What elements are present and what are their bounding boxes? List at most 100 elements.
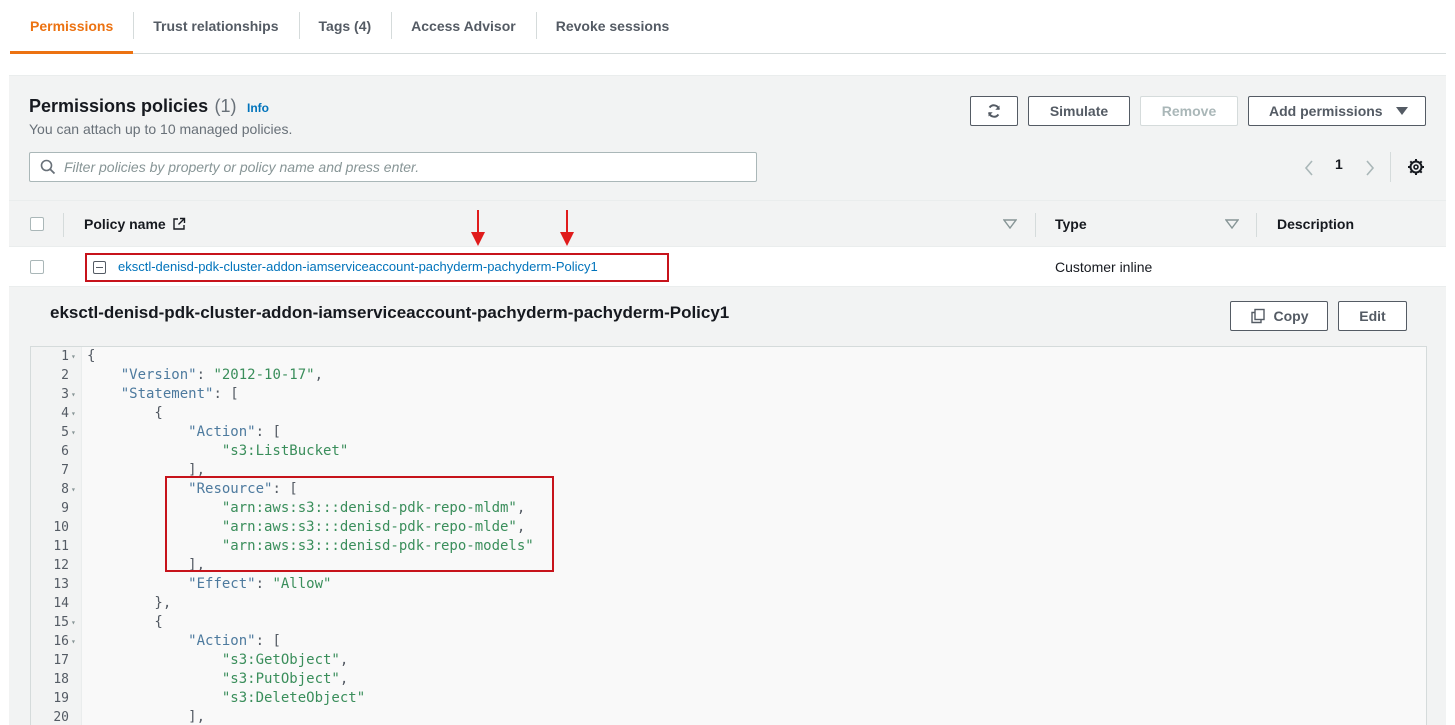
chevron-left-icon[interactable] — [1304, 160, 1314, 176]
code-text: { — [87, 614, 163, 630]
line-number: 5 — [61, 425, 69, 440]
code-line: 4 ▾ { — [31, 404, 1426, 423]
column-divider — [63, 213, 64, 237]
annotation-highlight-resource — [165, 476, 554, 572]
add-permissions-button[interactable]: Add permissions — [1248, 96, 1426, 126]
copy-icon — [1250, 308, 1265, 324]
panel-subtitle: You can attach up to 10 managed policies… — [29, 121, 293, 137]
line-number: 10 — [53, 520, 69, 535]
remove-button[interactable]: Remove — [1140, 96, 1238, 126]
code-line: 17 "s3:GetObject", — [31, 651, 1426, 670]
refresh-button[interactable] — [970, 96, 1018, 126]
tab-trust-relationships[interactable]: Trust relationships — [133, 0, 298, 52]
fold-arrow-icon[interactable]: ▾ — [71, 404, 76, 423]
line-number: 4 — [61, 406, 69, 421]
line-number: 7 — [61, 463, 69, 478]
column-policy-name-label: Policy name — [84, 216, 166, 232]
code-line: 16 ▾ "Action": [ — [31, 632, 1426, 651]
line-number: 14 — [53, 596, 69, 611]
pager-divider — [1390, 152, 1391, 182]
code-line: 18 "s3:PutObject", — [31, 670, 1426, 689]
column-description[interactable]: Description — [1277, 201, 1354, 247]
column-divider — [1256, 213, 1257, 237]
refresh-icon — [988, 104, 1000, 118]
fold-arrow-icon[interactable]: ▾ — [71, 385, 76, 404]
line-number: 2 — [61, 368, 69, 383]
code-line: 2 "Version": "2012-10-17", — [31, 366, 1426, 385]
code-text: "Action": [ — [188, 424, 281, 440]
line-number: 6 — [61, 444, 69, 459]
code-text: "Effect": "Allow" — [188, 576, 332, 592]
column-divider — [1035, 213, 1036, 237]
line-number: 16 — [53, 634, 69, 649]
panel-header: Permissions policies (1) Info You can at… — [29, 96, 292, 137]
tab-revoke-sessions[interactable]: Revoke sessions — [535, 0, 690, 52]
code-line: 15 ▾ { — [31, 613, 1426, 632]
line-number: 8 — [61, 482, 69, 497]
code-text: "s3:DeleteObject" — [221, 690, 366, 706]
gear-icon[interactable] — [1407, 158, 1425, 176]
code-line: 20 ], — [31, 708, 1426, 725]
column-policy-name[interactable]: Policy name — [84, 201, 186, 247]
tab-permissions[interactable]: Permissions — [10, 0, 134, 54]
add-permissions-label: Add permissions — [1269, 103, 1383, 119]
code-line: 13 "Effect": "Allow" — [31, 575, 1426, 594]
select-all-checkbox[interactable] — [30, 217, 44, 231]
line-number: 12 — [53, 558, 69, 573]
code-text: { — [87, 348, 96, 364]
panel-title: Permissions policies — [29, 96, 209, 116]
copy-label: Copy — [1273, 308, 1309, 324]
code-text: "Version": "2012-10-17", — [120, 367, 324, 383]
policy-detail-title: eksctl-denisd-pdk-cluster-addon-iamservi… — [50, 303, 730, 322]
row-checkbox[interactable] — [30, 260, 44, 274]
code-line: 1 ▾ { — [31, 347, 1426, 366]
fold-arrow-icon[interactable]: ▾ — [71, 613, 76, 632]
copy-button[interactable]: Copy — [1230, 301, 1328, 331]
code-text: "s3:GetObject", — [221, 652, 349, 668]
line-number: 19 — [53, 691, 69, 706]
filter-input[interactable] — [64, 159, 744, 175]
tab-bar: Permissions Trust relationships Tags (4)… — [10, 0, 1446, 54]
code-line: 6 "s3:ListBucket" — [31, 442, 1426, 461]
annotation-arrow-icon — [560, 210, 574, 246]
external-link-icon — [173, 217, 185, 230]
code-line: 3 ▾ "Statement": [ — [31, 385, 1426, 404]
line-number: 11 — [53, 539, 69, 554]
tab-access-advisor[interactable]: Access Advisor — [391, 0, 536, 52]
code-text: "Action": [ — [188, 633, 281, 649]
table-header: Policy name Type Description — [9, 200, 1446, 247]
policy-count: (1) — [214, 96, 237, 116]
line-number: 17 — [53, 653, 69, 668]
line-number: 9 — [61, 501, 69, 516]
policy-filter — [29, 152, 757, 182]
code-line: 5 ▾ "Action": [ — [31, 423, 1426, 442]
caret-down-icon — [1395, 107, 1408, 115]
fold-arrow-icon[interactable]: ▾ — [71, 423, 76, 442]
sort-icon[interactable] — [1003, 219, 1017, 229]
fold-arrow-icon[interactable]: ▾ — [71, 480, 76, 499]
sort-icon[interactable] — [1225, 219, 1239, 229]
simulate-button[interactable]: Simulate — [1028, 96, 1130, 126]
code-text: ], — [87, 709, 206, 725]
code-text: "Statement": [ — [120, 386, 239, 402]
line-number: 15 — [53, 615, 69, 630]
column-type[interactable]: Type — [1055, 201, 1087, 247]
line-number: 3 — [61, 387, 69, 402]
info-link[interactable]: Info — [247, 101, 269, 115]
fold-arrow-icon[interactable]: ▾ — [71, 347, 76, 366]
code-text: { — [87, 405, 163, 421]
fold-arrow-icon[interactable]: ▾ — [71, 632, 76, 651]
annotation-arrow-icon — [471, 210, 485, 246]
permissions-policies-panel: Permissions policies (1) Info You can at… — [9, 75, 1446, 725]
tab-tags[interactable]: Tags (4) — [298, 0, 392, 52]
code-line: 19 "s3:DeleteObject" — [31, 689, 1426, 708]
policy-type: Customer inline — [1055, 259, 1153, 275]
chevron-right-icon[interactable] — [1365, 160, 1375, 176]
annotation-highlight-policy-name — [85, 253, 669, 282]
code-line: 14 }, — [31, 594, 1426, 613]
line-number: 13 — [53, 577, 69, 592]
edit-button[interactable]: Edit — [1338, 301, 1407, 331]
search-icon — [40, 159, 56, 175]
page-number[interactable]: 1 — [1335, 156, 1343, 172]
line-number: 20 — [53, 710, 69, 725]
